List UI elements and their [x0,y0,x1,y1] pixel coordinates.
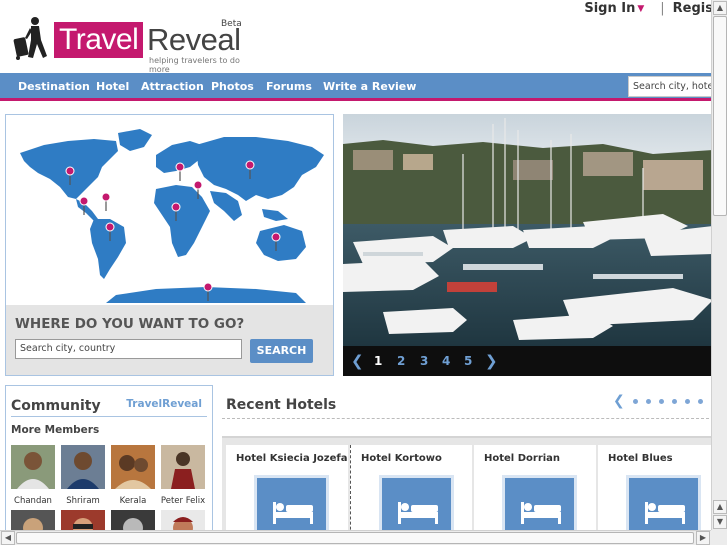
search-button[interactable]: SEARCH [250,339,313,363]
map-pin-icon[interactable] [175,162,185,181]
bed-icon [273,502,313,524]
divider [222,418,714,419]
nav-item-photos[interactable]: Photos [211,73,254,101]
chevron-right-icon[interactable]: ❯ [485,346,498,376]
avatar[interactable] [61,445,105,489]
pager-dot[interactable] [645,398,651,404]
hotel-name[interactable]: Hotel Blues [608,453,673,464]
scroll-up-icon[interactable]: ▲ [713,500,727,514]
slide-page-1[interactable]: 1 [374,346,382,376]
scrollbar-corner [711,530,727,545]
logo[interactable]: Travel Reveal Beta helping travelers to … [13,16,263,74]
beta-label: Beta [221,19,242,29]
avatar[interactable] [11,445,55,489]
pager-dot[interactable] [684,398,690,404]
scroll-down-icon[interactable]: ▼ [713,515,727,529]
community-title: Community [11,398,101,414]
pager-dot[interactable] [697,398,703,404]
member-card[interactable]: Shriram [60,445,106,506]
hotel-name[interactable]: Hotel Ksiecia Jozefa [236,453,348,464]
nav-item-destination[interactable]: Destination [18,73,90,101]
recent-hotels-title: Recent Hotels [226,397,337,413]
traveler-luggage-icon [13,17,47,60]
scroll-up-icon[interactable]: ▲ [713,1,727,15]
bed-icon [521,502,561,524]
member-card[interactable]: Kerala [110,445,156,506]
member-name[interactable]: Chandan [10,496,56,506]
pager-dot[interactable] [658,398,664,404]
harbor-photo [343,114,713,346]
travelreveal-link[interactable]: TravelReveal [126,398,202,410]
member-name[interactable]: Peter Felix [160,496,206,506]
slide-page-3[interactable]: 3 [420,346,428,376]
community-panel: Community TravelReveal More Members Chan… [5,385,213,545]
divider [11,416,207,417]
dropdown-arrow-icon[interactable]: ▼ [637,4,644,14]
member-card[interactable]: Peter Felix [160,445,206,506]
scroll-left-icon[interactable]: ◀ [1,531,15,545]
register-link[interactable]: Regis [673,1,713,16]
nav-item-forums[interactable]: Forums [266,73,312,101]
scroll-thumb[interactable] [16,532,694,544]
where-search-box: WHERE DO YOU WANT TO GO? Search city, co… [6,305,333,375]
nav-item-write-review[interactable]: Write a Review [323,73,416,101]
nav-item-attraction[interactable]: Attraction [141,73,204,101]
member-name[interactable]: Shriram [60,496,106,506]
slide-page-2[interactable]: 2 [397,346,405,376]
page: Sign In ▼ | Regis Travel Reveal Beta hel… [0,0,727,545]
nav-item-hotel[interactable]: Hotel [96,73,129,101]
bed-icon [398,502,438,524]
hotel-name[interactable]: Hotel Dorrian [484,453,560,464]
logo-travel-text: Travel [54,22,144,58]
slideshow-pager: ❮ 1 2 3 4 5 ❯ [343,346,713,376]
recent-hotels-pager: ❮ ❯ [613,393,720,409]
pager-dot[interactable] [632,398,638,404]
tagline: helping travelers to do more [149,56,240,74]
where-heading: WHERE DO YOU WANT TO GO? [15,316,245,332]
sign-in-link[interactable]: Sign In [584,1,635,16]
separator: | [660,1,665,16]
world-map[interactable] [6,115,333,305]
map-pin-icon[interactable] [101,192,111,211]
member-name[interactable]: Kerala [110,496,156,506]
vertical-scrollbar[interactable]: ▲ ▲ ▼ [711,0,727,530]
pager-dot[interactable] [671,398,677,404]
member-card[interactable]: Chandan [10,445,56,506]
avatar[interactable] [111,445,155,489]
chevron-left-icon[interactable]: ❮ [613,393,625,409]
chevron-left-icon[interactable]: ❮ [351,346,364,376]
more-members-heading: More Members [11,424,100,436]
scroll-thumb[interactable] [713,16,727,216]
horizontal-scrollbar[interactable]: ◀ ▶ [0,530,711,545]
slide-page-4[interactable]: 4 [442,346,450,376]
main-nav: Destination Hotel Attraction Photos Foru… [0,73,727,101]
destination-search-input[interactable]: Search city, country [15,339,242,359]
destination-map-panel: WHERE DO YOU WANT TO GO? Search city, co… [5,114,334,376]
hotel-name[interactable]: Hotel Kortowo [361,453,442,464]
bed-icon [645,502,685,524]
top-links: Sign In ▼ | Regis [584,1,713,16]
photo-slideshow: ❮ 1 2 3 4 5 ❯ [343,114,713,376]
scroll-right-icon[interactable]: ▶ [696,531,710,545]
avatar[interactable] [161,445,205,489]
slide-page-5[interactable]: 5 [464,346,472,376]
